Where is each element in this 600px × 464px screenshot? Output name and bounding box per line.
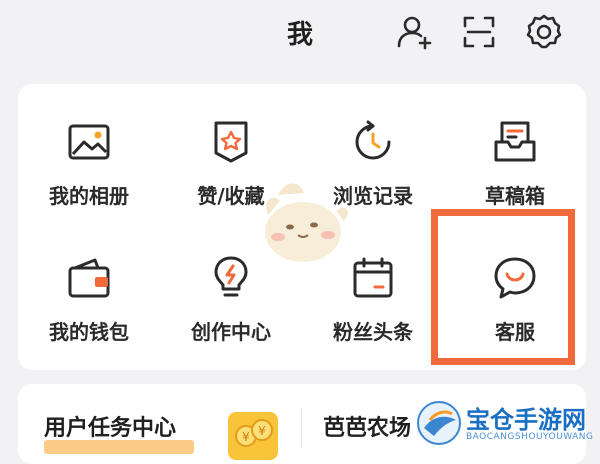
mascot-icon <box>248 175 358 270</box>
customer-service-icon <box>491 254 539 302</box>
grid-item-label: 草稿箱 <box>485 184 545 208</box>
watermark-logo-icon <box>416 400 462 446</box>
grid-item-label: 创作中心 <box>191 320 271 344</box>
grid-item-creator-center[interactable]: 创作中心 <box>160 254 302 364</box>
scan-icon[interactable] <box>459 12 499 52</box>
grid-item-fan-headline[interactable]: 粉丝头条 <box>302 254 444 364</box>
grid-item-customer-service[interactable]: 客服 <box>444 254 586 364</box>
top-bar: 我 <box>0 0 600 70</box>
grid-item-label: 粉丝头条 <box>333 320 413 344</box>
gold-coin-icon[interactable]: ¥ ¥ <box>226 408 280 460</box>
drafts-icon <box>491 118 539 166</box>
history-icon <box>349 118 397 166</box>
watermark-subtext: BAOCANGSHOUYOUWANG <box>466 432 594 442</box>
grid-item-my-album[interactable]: 我的相册 <box>18 118 160 228</box>
baba-farm-link[interactable]: 芭芭农场 <box>323 410 411 442</box>
wallet-icon <box>65 254 113 302</box>
favorites-icon <box>207 118 255 166</box>
watermark: 宝仓手游网 BAOCANGSHOUYOUWANG <box>410 398 600 450</box>
add-friend-icon[interactable] <box>395 12 435 52</box>
grid-item-wallet[interactable]: 我的钱包 <box>18 254 160 364</box>
divider <box>301 408 302 448</box>
svg-text:¥: ¥ <box>242 430 250 444</box>
grid-item-label: 客服 <box>495 320 535 344</box>
watermark-text: 宝仓手游网 <box>466 406 586 434</box>
settings-icon[interactable] <box>524 12 564 52</box>
svg-text:¥: ¥ <box>258 424 266 438</box>
grid-item-label: 我的相册 <box>49 184 129 208</box>
photo-album-icon <box>65 118 113 166</box>
task-subtitle-bar <box>44 440 194 454</box>
user-task-center-link[interactable]: 用户任务中心 <box>44 410 176 442</box>
grid-item-label: 我的钱包 <box>49 320 129 344</box>
page-title: 我 <box>286 20 313 50</box>
grid-item-drafts[interactable]: 草稿箱 <box>444 118 586 228</box>
